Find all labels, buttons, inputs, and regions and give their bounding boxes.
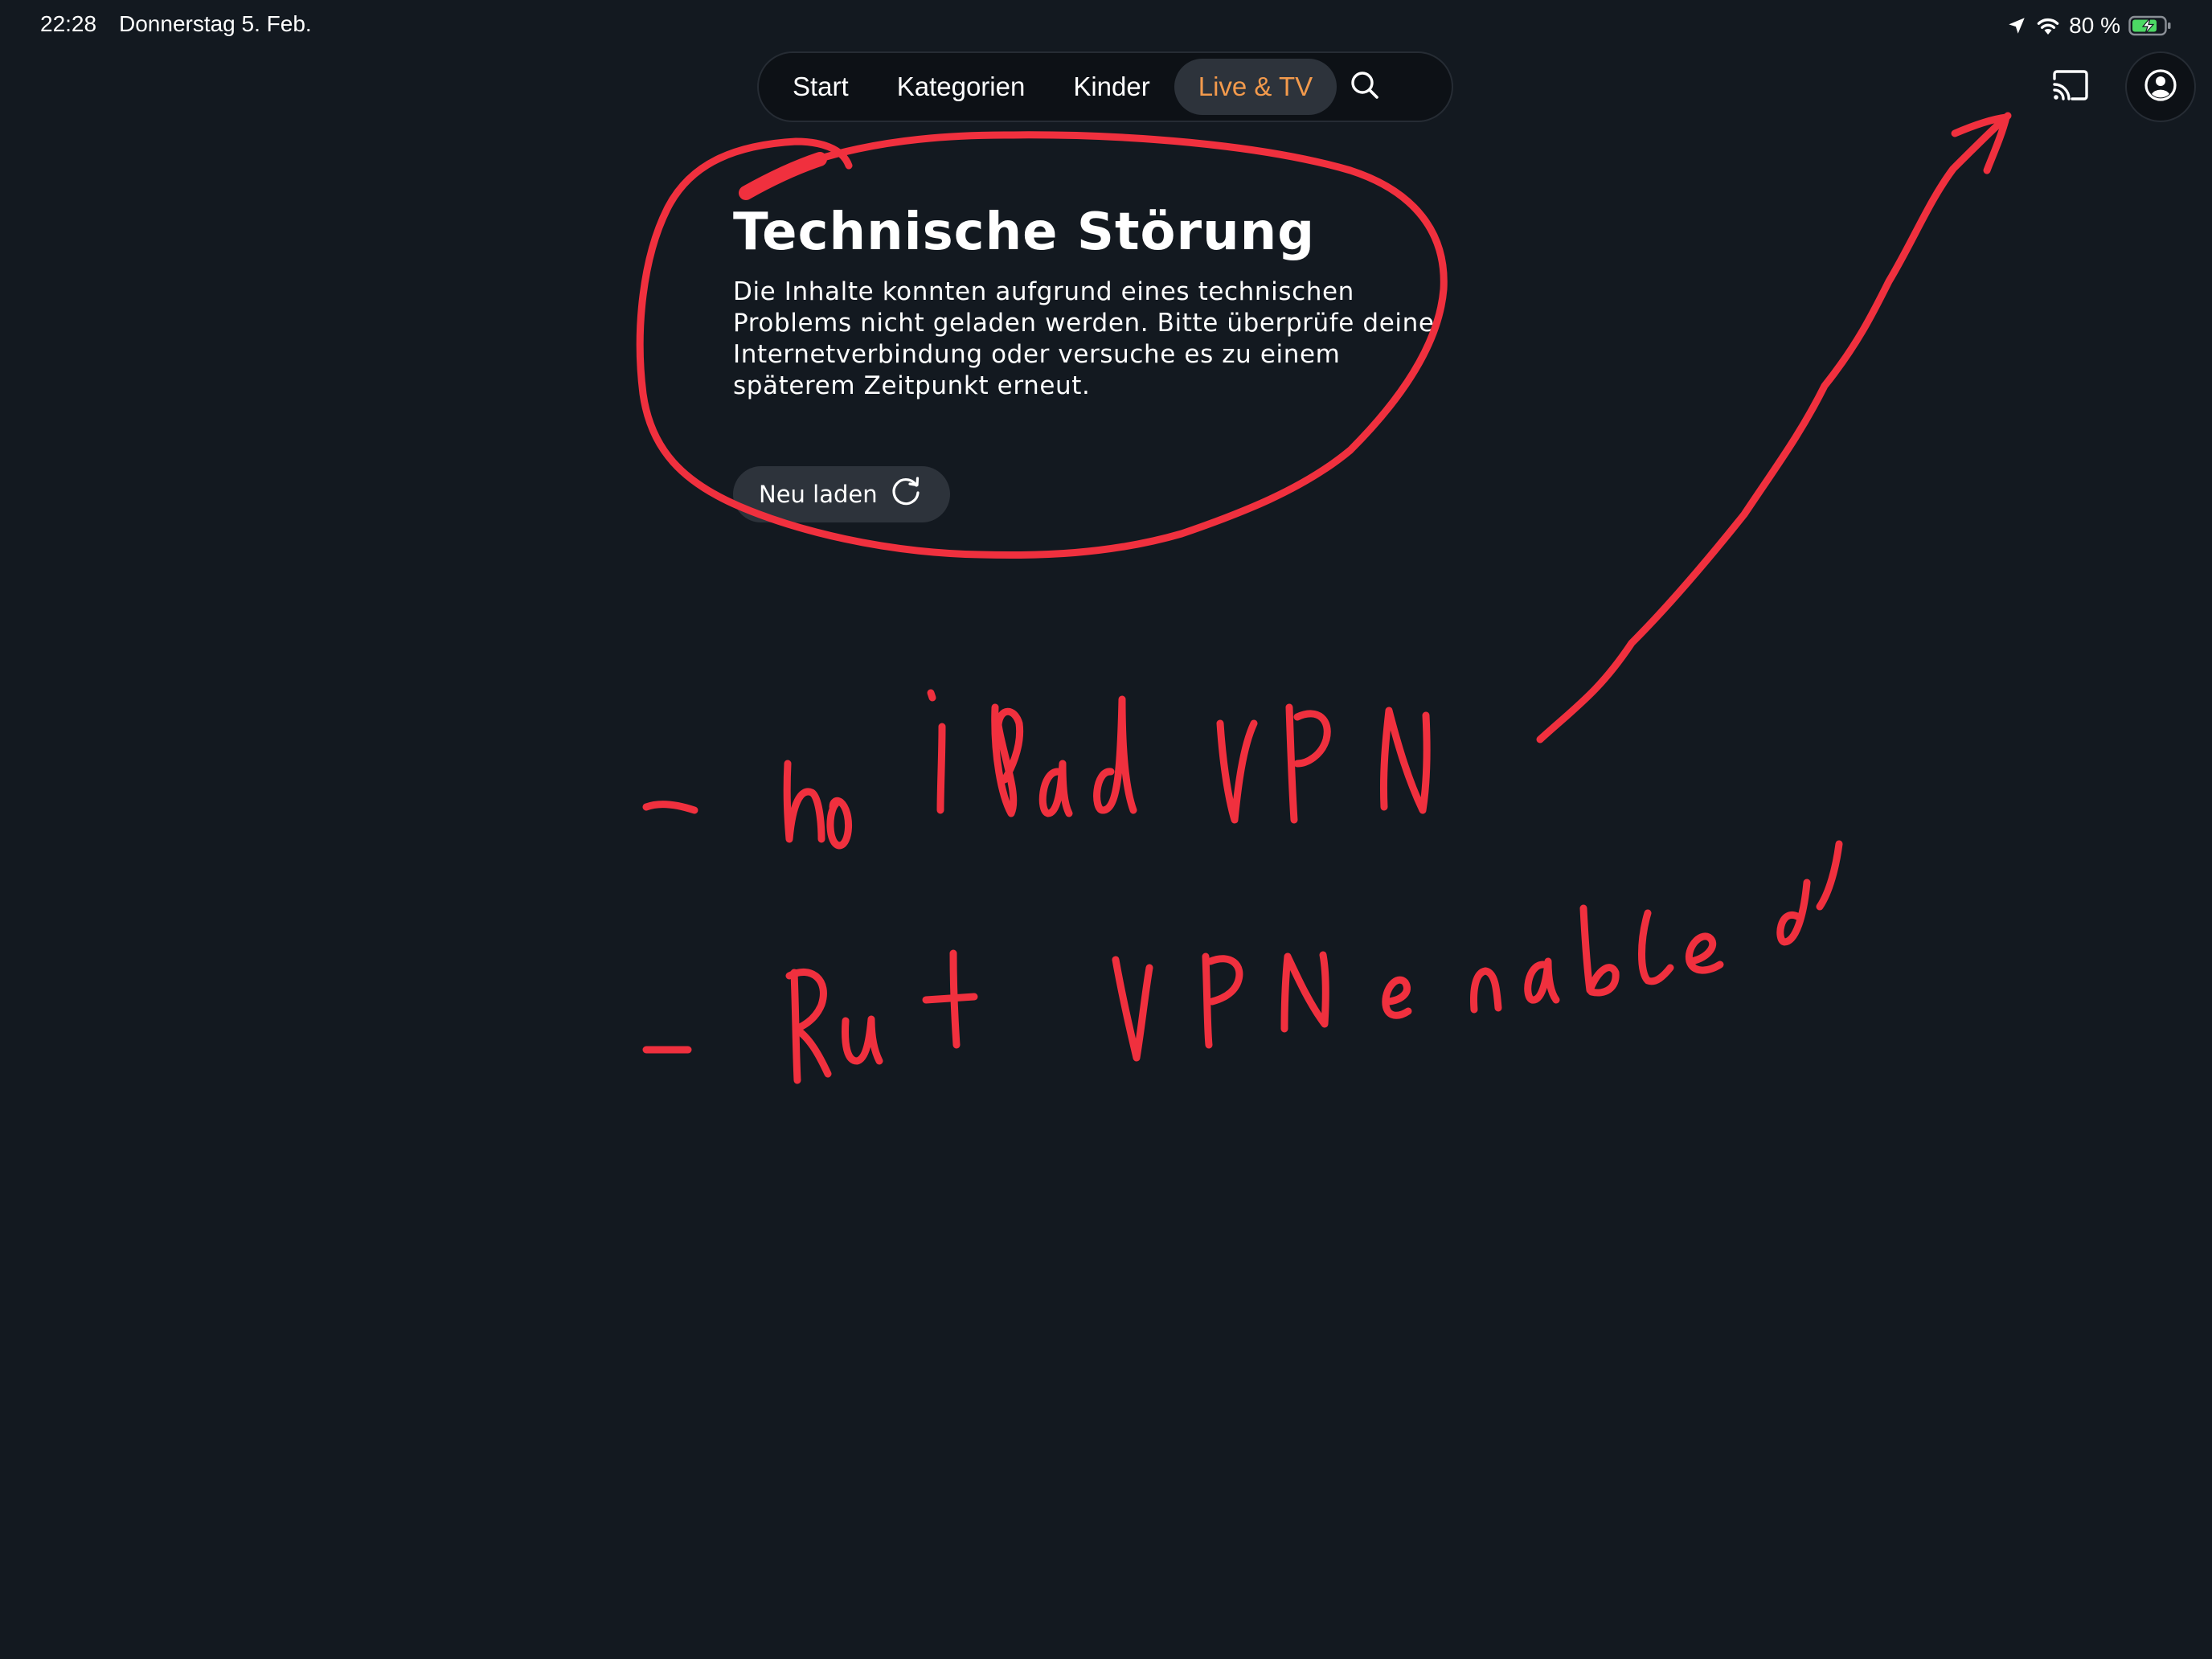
annotation-text-line2 <box>642 840 1843 1084</box>
profile-button[interactable] <box>2125 51 2196 122</box>
error-title: Technische Störung <box>733 203 1315 262</box>
main-navigation: Start Kategorien Kinder Live & TV <box>757 51 1453 122</box>
status-indicators: 80 % <box>2006 10 2172 42</box>
nav-item-kategorien[interactable]: Kategorien <box>873 59 1050 115</box>
app-screen: 22:28 Donnerstag 5. Feb. 80 % Start Kate… <box>0 0 2212 1659</box>
search-button[interactable] <box>1337 59 1393 115</box>
battery-percent: 80 % <box>2069 13 2120 38</box>
error-message: Die Inhalte konnten aufgrund eines techn… <box>733 277 1435 400</box>
reload-button[interactable]: Neu laden <box>733 466 950 522</box>
reload-icon <box>889 476 923 514</box>
cast-icon <box>2051 69 2090 105</box>
wifi-icon <box>2035 15 2061 36</box>
annotation-arrow <box>1536 112 2012 743</box>
status-date: Donnerstag 5. Feb. <box>119 11 312 36</box>
profile-icon <box>2144 68 2177 106</box>
nav-item-live-tv[interactable]: Live & TV <box>1174 59 1337 115</box>
nav-item-start[interactable]: Start <box>768 59 873 115</box>
nav-item-kinder[interactable]: Kinder <box>1049 59 1174 115</box>
reload-button-label: Neu laden <box>759 481 878 508</box>
search-icon <box>1349 69 1381 105</box>
annotation-text-line1 <box>642 689 1431 850</box>
annotation-arrow-head <box>1951 113 2010 174</box>
battery-charging-icon <box>2128 15 2172 36</box>
annotation-circle-start <box>739 152 827 200</box>
status-time: 22:28 <box>40 11 97 36</box>
cast-button[interactable] <box>2035 51 2106 122</box>
location-icon <box>2006 15 2027 36</box>
